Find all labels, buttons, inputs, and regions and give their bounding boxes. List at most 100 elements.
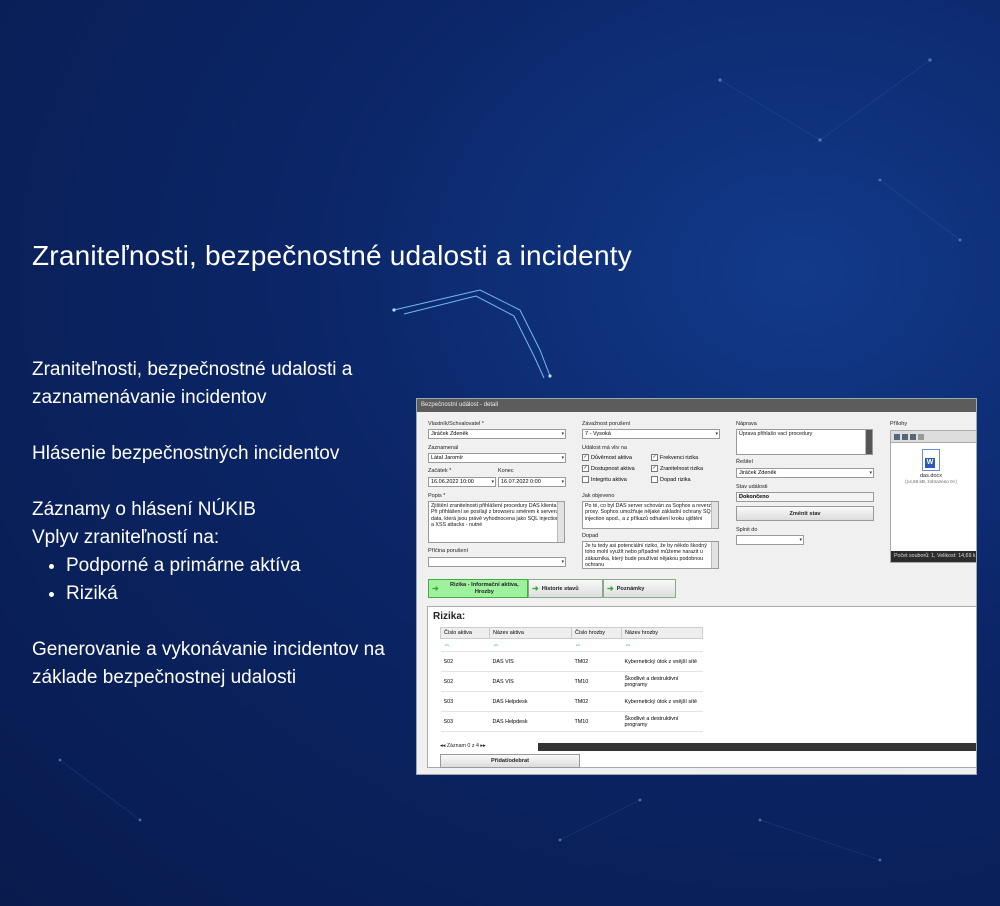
table-cell: TM10 xyxy=(571,711,622,732)
tab-state-history[interactable]: ➜ Historie stavů xyxy=(528,579,603,598)
scrollbar[interactable] xyxy=(711,542,718,568)
settings-icon[interactable] xyxy=(910,433,916,440)
filter-row: ⇔ ⇔ ⇔ ⇔ xyxy=(440,638,703,652)
discovered-textarea[interactable]: Po té, co byl DAS server schován za Soph… xyxy=(582,501,719,529)
table-cell: TM10 xyxy=(571,671,622,692)
pager-text: Záznam 0 z 4 xyxy=(446,743,479,749)
scrollbar[interactable] xyxy=(557,502,564,542)
severity-label: Závažnost porušení xyxy=(582,421,631,427)
solver-select[interactable]: Jiráček Zdeněk ▾ xyxy=(736,468,874,478)
table-cell: DAS Helpdesk xyxy=(489,691,572,712)
table-cell: S03 xyxy=(440,711,490,732)
table-cell: Škodlivé a destruktivní programy xyxy=(621,671,703,692)
tab-risks-assets-threats[interactable]: ➜ Rizika - Informační aktiva, Hrozby xyxy=(428,579,528,598)
solver-label: Řešitel xyxy=(736,459,753,465)
filter-icon[interactable]: ⇔ xyxy=(621,638,703,652)
remedy-label: Náprava xyxy=(736,421,757,427)
scrollbar[interactable] xyxy=(865,430,872,454)
pager-last-icon[interactable]: ▸▸ xyxy=(480,743,485,749)
feature-item: Zraniteľnosti, bezpečnostné udalosti a z… xyxy=(32,359,353,408)
checkbox-risk-frequency[interactable]: ✓ Frekvenci rizika xyxy=(651,454,698,461)
chevron-down-icon: ▾ xyxy=(561,455,564,461)
owner-label: Vlastník/Schvalovatel * xyxy=(428,421,484,427)
scrollbar[interactable] xyxy=(711,502,718,528)
attachment-file-info: (14,69 kB, zobrazeno 0×) xyxy=(905,479,957,484)
impact-list-item: Podporné a primárne aktíva xyxy=(66,552,412,580)
impact-list-item: Riziká xyxy=(66,580,412,608)
table-cell: Škodlivé a destruktivní programy xyxy=(621,711,703,732)
arrow-right-icon: ➜ xyxy=(532,584,539,593)
change-state-button[interactable]: Změnit stav xyxy=(736,506,874,521)
severity-select[interactable]: 7 - Vysoká ▾ xyxy=(582,429,720,439)
feature-list: Zraniteľnosti, bezpečnostné udalosti a z… xyxy=(32,356,412,692)
remedy-textarea[interactable]: Úprava přihlašo vací procedury xyxy=(736,429,873,455)
cause-label: Příčina porušení xyxy=(428,548,469,554)
owner-select[interactable]: Jiráček Zdeněk ▾ xyxy=(428,429,566,439)
chevron-down-icon: ▾ xyxy=(561,559,564,565)
feature-item: Hlásenie bezpečnostných incidentov xyxy=(32,443,340,464)
arrow-right-icon: ➜ xyxy=(607,584,614,593)
table-row[interactable]: S03 DAS Helpdesk TM02 Kybernetický útok … xyxy=(440,691,703,712)
pager-first-icon[interactable]: ◂◂ xyxy=(440,743,445,749)
impact-on-label: Událost má vliv na xyxy=(582,445,627,451)
table-cell: S03 xyxy=(440,691,490,712)
table-cell: Kybernetický útok z vnější sítě xyxy=(621,691,703,712)
description-label: Popis * xyxy=(428,493,446,499)
state-value: Dokončeno xyxy=(736,492,874,502)
window-title: Bezpečnostní událost - detail xyxy=(417,399,976,412)
filter-icon[interactable]: ⇔ xyxy=(440,638,490,652)
feature-item: Záznamy o hlásení NÚKIB xyxy=(32,499,256,520)
attachments-panel: W das.docx (14,69 kB, zobrazeno 0×) Poče… xyxy=(890,430,976,563)
filter-icon[interactable]: ⇔ xyxy=(571,638,622,652)
horizontal-scrollbar[interactable] xyxy=(538,743,976,751)
impact-label: Dopad xyxy=(582,533,599,539)
chevron-down-icon: ▾ xyxy=(799,537,802,543)
checkbox-risk-impact[interactable]: Dopad rizika xyxy=(651,476,691,483)
feature-item: Vplyv zraniteľností na: xyxy=(32,527,220,548)
checkbox-availability[interactable]: ✓ Dostupnost aktiva xyxy=(582,465,635,472)
recorder-label: Zaznamenal xyxy=(428,445,459,451)
chevron-down-icon: ▾ xyxy=(561,479,564,485)
fulfil-by-date-field[interactable]: ▾ xyxy=(736,535,804,545)
table-row[interactable]: S02 DAS VIS TM02 Kybernetický útok z vně… xyxy=(440,651,703,672)
checkbox-integrity[interactable]: Integritu aktiva xyxy=(582,476,627,483)
end-date-field[interactable]: 16.07.2022 0:00 ▾ xyxy=(498,477,566,487)
camera-icon[interactable] xyxy=(894,433,900,440)
chevron-down-icon: ▾ xyxy=(869,470,872,476)
table-cell: TM02 xyxy=(571,651,622,672)
app-screenshot: Bezpečnostní událost - detail Vlastník/S… xyxy=(416,398,977,775)
checkbox-risk-vulnerability[interactable]: ✓ Zranitelnost rizika xyxy=(651,465,703,472)
attachments-footer: Počet souborů: 1, Velikost: 14,69 kB xyxy=(891,551,976,562)
start-date-field[interactable]: 16.06.2022 10:00 ▾ xyxy=(428,477,496,487)
add-remove-button[interactable]: Přidat/odebrat xyxy=(440,754,580,768)
risks-table: Číslo aktiva Název aktiva Číslo hrozby N… xyxy=(440,627,703,732)
filter-icon[interactable]: ⇔ xyxy=(489,638,572,652)
table-row[interactable]: S02 DAS VIS TM10 Škodlivé a destruktivní… xyxy=(440,671,703,692)
column-header[interactable]: Název aktiva xyxy=(489,627,572,639)
checkbox-confidentiality[interactable]: ✓ Důvěrnost aktiva xyxy=(582,454,632,461)
risks-grid-title: Rizika: xyxy=(433,611,466,622)
description-textarea[interactable]: Zjištění zranitelnosti přihlášení proced… xyxy=(428,501,565,543)
delete-icon[interactable] xyxy=(918,433,924,440)
discovered-label: Jak objeveno xyxy=(582,493,615,499)
table-cell: DAS VIS xyxy=(489,651,572,672)
table-cell: DAS Helpdesk xyxy=(489,711,572,732)
attachments-label: Přílohy xyxy=(890,421,908,427)
risks-grid: Rizika: Číslo aktiva Název aktiva Číslo … xyxy=(427,606,976,768)
table-cell: TM02 xyxy=(571,691,622,712)
attachments-toolbar xyxy=(891,431,976,443)
state-label: Stav události xyxy=(736,484,768,490)
attachment-file[interactable]: W das.docx (14,69 kB, zobrazeno 0×) xyxy=(901,449,961,484)
tab-notes[interactable]: ➜ Poznámky xyxy=(603,579,676,598)
column-header[interactable]: Číslo aktiva xyxy=(440,627,490,639)
cause-select[interactable]: ▾ xyxy=(428,557,566,567)
paste-icon[interactable] xyxy=(902,433,908,440)
table-cell: Kybernetický útok z vnější sítě xyxy=(621,651,703,672)
impact-textarea[interactable]: Je tu tedy asi potenciální riziko, že by… xyxy=(582,541,719,569)
feature-item: Generovanie a vykonávanie incidentov na … xyxy=(32,639,385,688)
recorder-select[interactable]: Látal Jaromír ▾ xyxy=(428,453,566,463)
fulfil-by-label: Splnit do xyxy=(736,527,758,533)
table-row[interactable]: S03 DAS Helpdesk TM10 Škodlivé a destruk… xyxy=(440,711,703,732)
column-header[interactable]: Název hrozby xyxy=(621,627,703,639)
column-header[interactable]: Číslo hrozby xyxy=(571,627,622,639)
